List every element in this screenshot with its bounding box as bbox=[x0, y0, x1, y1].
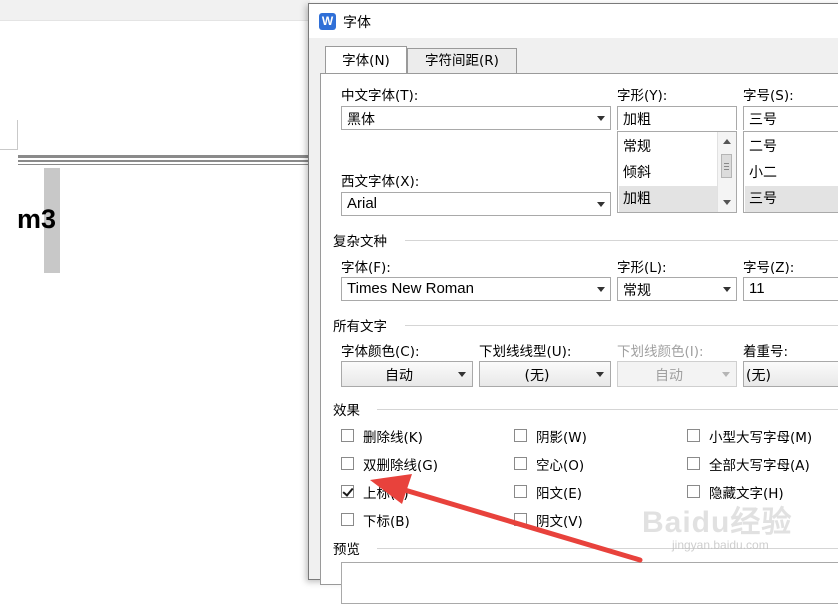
scroll-down-icon[interactable] bbox=[723, 200, 731, 205]
watermark-url: jingyan.baidu.com bbox=[672, 538, 769, 552]
checkbox[interactable] bbox=[687, 457, 700, 470]
emphasis-mark-value: (无) bbox=[746, 368, 771, 384]
western-font-select[interactable]: Arial bbox=[341, 192, 611, 216]
complex-font-label: 字体(F): bbox=[341, 260, 391, 276]
emphasis-mark-label: 着重号: bbox=[743, 344, 789, 360]
complex-style-value: 常规 bbox=[623, 283, 651, 299]
font-color-value: 自动 bbox=[385, 368, 413, 384]
font-size-label: 字号(S): bbox=[743, 88, 794, 104]
dialog-titlebar[interactable]: W 字体 bbox=[309, 4, 838, 38]
effect-option-label: 小型大写字母(M) bbox=[709, 430, 813, 446]
complex-style-select[interactable]: 常规 bbox=[617, 277, 737, 301]
tab-character-spacing[interactable]: 字符间距(R) bbox=[407, 48, 517, 73]
font-style-scrollbar[interactable] bbox=[717, 132, 736, 212]
effect-option-label: 空心(O) bbox=[536, 458, 585, 474]
underline-color-button: 自动 bbox=[617, 361, 737, 387]
font-style-option[interactable]: 常规 bbox=[619, 134, 718, 160]
underline-style-value: (无) bbox=[524, 368, 550, 384]
document-top-bar bbox=[0, 0, 310, 21]
font-color-label: 字体颜色(C): bbox=[341, 344, 420, 360]
underline-style-label: 下划线线型(U): bbox=[479, 344, 572, 360]
font-dialog: W 字体 字体(N) 字符间距(R) 中文字体(T): 黑体 西文字体(X): … bbox=[308, 3, 838, 604]
wps-app-icon: W bbox=[319, 13, 336, 30]
page-margin-mark-vertical bbox=[17, 120, 18, 150]
scroll-up-icon[interactable] bbox=[723, 139, 731, 144]
dropdown-arrow-icon bbox=[723, 287, 731, 292]
effect-option-label: 删除线(K) bbox=[363, 430, 423, 446]
document-rule-line bbox=[18, 160, 310, 162]
group-divider bbox=[377, 409, 838, 410]
effect-option-label: 阳文(E) bbox=[536, 486, 583, 502]
dropdown-arrow-icon bbox=[596, 372, 604, 377]
preview-box bbox=[341, 562, 838, 604]
underline-style-button[interactable]: (无) bbox=[479, 361, 611, 387]
effect-option-label: 全部大写字母(A) bbox=[709, 458, 810, 474]
document-text[interactable]: m3 bbox=[17, 204, 56, 235]
complex-font-select[interactable]: Times New Roman bbox=[341, 277, 611, 301]
dialog-title: 字体 bbox=[343, 15, 371, 31]
dropdown-arrow-icon bbox=[597, 287, 605, 292]
chinese-font-select[interactable]: 黑体 bbox=[341, 106, 611, 130]
dropdown-arrow-icon bbox=[722, 372, 730, 377]
dropdown-arrow-icon bbox=[597, 116, 605, 121]
checkbox[interactable] bbox=[514, 485, 527, 498]
font-style-input[interactable]: 加粗 bbox=[617, 106, 737, 130]
effect-option-label: 上标(P) bbox=[363, 486, 409, 502]
chinese-font-label: 中文字体(T): bbox=[341, 88, 419, 104]
checkbox[interactable] bbox=[341, 457, 354, 470]
effects-group-label: 效果 bbox=[333, 403, 360, 419]
complex-size-select[interactable]: 11 bbox=[743, 277, 838, 301]
checkbox[interactable] bbox=[514, 429, 527, 442]
page-margin-mark-horizontal bbox=[0, 149, 17, 150]
complex-style-label: 字形(L): bbox=[617, 260, 667, 276]
document-rule-line bbox=[18, 155, 310, 158]
preview-group-label: 预览 bbox=[333, 542, 360, 558]
font-color-button[interactable]: 自动 bbox=[341, 361, 473, 387]
all-text-group-label: 所有文字 bbox=[333, 319, 387, 335]
effect-option-label: 阴影(W) bbox=[536, 430, 587, 446]
font-style-option[interactable]: 倾斜 bbox=[619, 160, 718, 186]
effect-option-label: 阴文(V) bbox=[536, 514, 583, 530]
checkbox[interactable] bbox=[687, 429, 700, 442]
checkbox[interactable] bbox=[514, 457, 527, 470]
dropdown-arrow-icon bbox=[458, 372, 466, 377]
effect-option-label: 下标(B) bbox=[363, 514, 410, 530]
chinese-font-value: 黑体 bbox=[347, 112, 375, 128]
font-size-option[interactable]: 小二 bbox=[745, 160, 838, 186]
font-style-option-selected[interactable]: 加粗 bbox=[619, 186, 718, 212]
checkbox[interactable] bbox=[514, 513, 527, 526]
underline-color-label: 下划线颜色(I): bbox=[617, 344, 704, 360]
document-rule-line bbox=[18, 164, 310, 165]
font-size-option[interactable]: 二号 bbox=[745, 134, 838, 160]
font-size-list[interactable]: 二号 小二 三号 bbox=[743, 131, 838, 213]
complex-font-value: Times New Roman bbox=[347, 280, 474, 297]
font-size-option-selected[interactable]: 三号 bbox=[745, 186, 838, 212]
group-divider bbox=[405, 325, 838, 326]
dropdown-arrow-icon bbox=[597, 202, 605, 207]
tab-font[interactable]: 字体(N) bbox=[325, 46, 407, 73]
western-font-label: 西文字体(X): bbox=[341, 174, 420, 190]
western-font-value: Arial bbox=[347, 195, 378, 212]
font-style-list[interactable]: 常规 倾斜 加粗 bbox=[617, 131, 737, 213]
complex-group-label: 复杂文种 bbox=[333, 234, 387, 250]
emphasis-mark-button[interactable]: (无) bbox=[743, 361, 838, 387]
watermark-logo: Baidu经验 bbox=[642, 506, 793, 539]
underline-color-value: 自动 bbox=[655, 368, 683, 384]
checkbox[interactable] bbox=[341, 513, 354, 526]
complex-size-label: 字号(Z): bbox=[743, 260, 795, 276]
font-size-input[interactable]: 三号 bbox=[743, 106, 838, 130]
font-style-label: 字形(Y): bbox=[617, 88, 668, 104]
font-style-value: 加粗 bbox=[623, 112, 651, 128]
scroll-thumb[interactable] bbox=[721, 154, 732, 178]
effect-option-label: 双删除线(G) bbox=[363, 458, 438, 474]
complex-size-value: 11 bbox=[749, 280, 765, 297]
font-size-value: 三号 bbox=[749, 112, 777, 128]
checkbox[interactable] bbox=[341, 429, 354, 442]
group-divider bbox=[405, 240, 838, 241]
checkbox-checked[interactable] bbox=[341, 485, 354, 498]
